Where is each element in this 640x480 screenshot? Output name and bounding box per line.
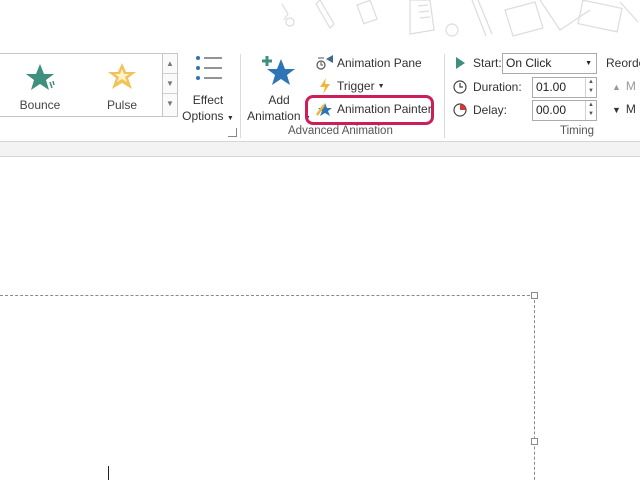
triangle-up-icon: ▲ bbox=[612, 82, 621, 92]
effect-options-icon bbox=[196, 56, 222, 80]
play-icon bbox=[452, 55, 468, 71]
advanced-animation-group-label: Advanced Animation bbox=[288, 125, 393, 137]
add-animation-button[interactable]: Add Animation ▼ bbox=[244, 54, 314, 127]
start-row: Start: bbox=[452, 52, 502, 74]
effect-options-button[interactable]: Effect Options ▼ bbox=[182, 54, 234, 127]
spin-up-icon[interactable]: ▲ bbox=[586, 101, 596, 110]
group-separator bbox=[444, 54, 445, 138]
lightning-icon bbox=[316, 78, 334, 94]
delay-spinner[interactable]: ▲ ▼ bbox=[585, 101, 596, 120]
spin-down-icon[interactable]: ▼ bbox=[586, 110, 596, 119]
start-value: On Click bbox=[506, 56, 552, 70]
duration-value: 01.00 bbox=[536, 80, 567, 94]
move-later-button[interactable]: ▼ M bbox=[612, 102, 636, 116]
gallery-item-pulse[interactable]: Pulse bbox=[82, 56, 162, 114]
decorative-background bbox=[0, 0, 640, 48]
move-later-label: M bbox=[625, 102, 636, 116]
animation-gallery: Bounce Pulse ▲ ▼ ▼ bbox=[0, 53, 178, 117]
animations-ribbon: Bounce Pulse ▲ ▼ ▼ Effect Options ▼ Add … bbox=[0, 48, 640, 142]
trigger-button[interactable]: Trigger ▼ bbox=[316, 76, 385, 96]
delay-value: 00.00 bbox=[536, 103, 567, 117]
triangle-down-icon: ▼ bbox=[612, 105, 621, 115]
slide-canvas[interactable] bbox=[0, 158, 640, 480]
clock-icon bbox=[452, 79, 468, 95]
chevron-down-icon: ▼ bbox=[377, 82, 385, 90]
animation-dialog-launcher-icon[interactable] bbox=[228, 128, 237, 137]
add-animation-line2: Animation bbox=[247, 109, 301, 123]
gallery-scroll-down-icon[interactable]: ▼ bbox=[163, 74, 177, 94]
animation-pane-label: Animation Pane bbox=[337, 56, 422, 70]
ribbon-bottom-bar bbox=[0, 142, 640, 157]
delay-label: Delay: bbox=[473, 103, 508, 117]
gallery-item-label: Pulse bbox=[106, 98, 138, 112]
duration-field[interactable]: 01.00 ▲ ▼ bbox=[532, 77, 597, 98]
resize-handle[interactable] bbox=[531, 438, 538, 445]
gallery-scrollbar: ▲ ▼ ▼ bbox=[162, 54, 177, 116]
gallery-item-label: Bounce bbox=[19, 98, 61, 112]
animation-painter-label: Animation Painter bbox=[337, 102, 432, 116]
duration-spinner[interactable]: ▲ ▼ bbox=[585, 78, 596, 97]
start-label: Start: bbox=[473, 56, 502, 70]
animation-pane-button[interactable]: Animation Pane bbox=[316, 53, 422, 73]
resize-handle[interactable] bbox=[531, 292, 538, 299]
pulse-star-icon bbox=[108, 63, 136, 89]
move-earlier-label: M bbox=[625, 79, 636, 93]
delay-clock-icon bbox=[452, 102, 468, 118]
sketch-decoration-icon bbox=[281, 0, 639, 37]
chevron-down-icon: ▼ bbox=[226, 115, 234, 122]
content-placeholder[interactable] bbox=[0, 295, 535, 480]
effect-options-line1: Effect bbox=[192, 93, 224, 107]
spin-down-icon[interactable]: ▼ bbox=[586, 87, 596, 96]
add-animation-star-icon bbox=[262, 56, 295, 85]
animation-pane-icon bbox=[316, 55, 334, 71]
delay-field[interactable]: 00.00 ▲ ▼ bbox=[532, 100, 597, 121]
animation-painter-button[interactable]: Animation Painter bbox=[316, 99, 432, 119]
gallery-more-icon[interactable]: ▼ bbox=[163, 94, 177, 114]
bounce-star-icon bbox=[26, 64, 55, 90]
gallery-scroll-up-icon[interactable]: ▲ bbox=[163, 54, 177, 74]
group-separator bbox=[240, 54, 241, 138]
trigger-label: Trigger bbox=[337, 79, 375, 93]
spin-up-icon[interactable]: ▲ bbox=[586, 78, 596, 87]
add-animation-line1: Add bbox=[268, 93, 290, 107]
effect-options-line2: Options bbox=[182, 109, 224, 123]
chevron-down-icon: ▼ bbox=[585, 60, 592, 67]
animation-painter-icon bbox=[316, 101, 334, 117]
delay-row: Delay: bbox=[452, 99, 507, 121]
move-earlier-button[interactable]: ▲ M bbox=[612, 79, 636, 93]
gallery-item-bounce[interactable]: Bounce bbox=[0, 56, 80, 114]
reorder-title: Reorde bbox=[606, 56, 640, 70]
duration-label: Duration: bbox=[473, 80, 522, 94]
start-dropdown[interactable]: On Click ▼ bbox=[502, 53, 597, 74]
timing-group-label: Timing bbox=[560, 125, 595, 137]
text-cursor bbox=[108, 466, 109, 480]
duration-row: Duration: bbox=[452, 76, 522, 98]
